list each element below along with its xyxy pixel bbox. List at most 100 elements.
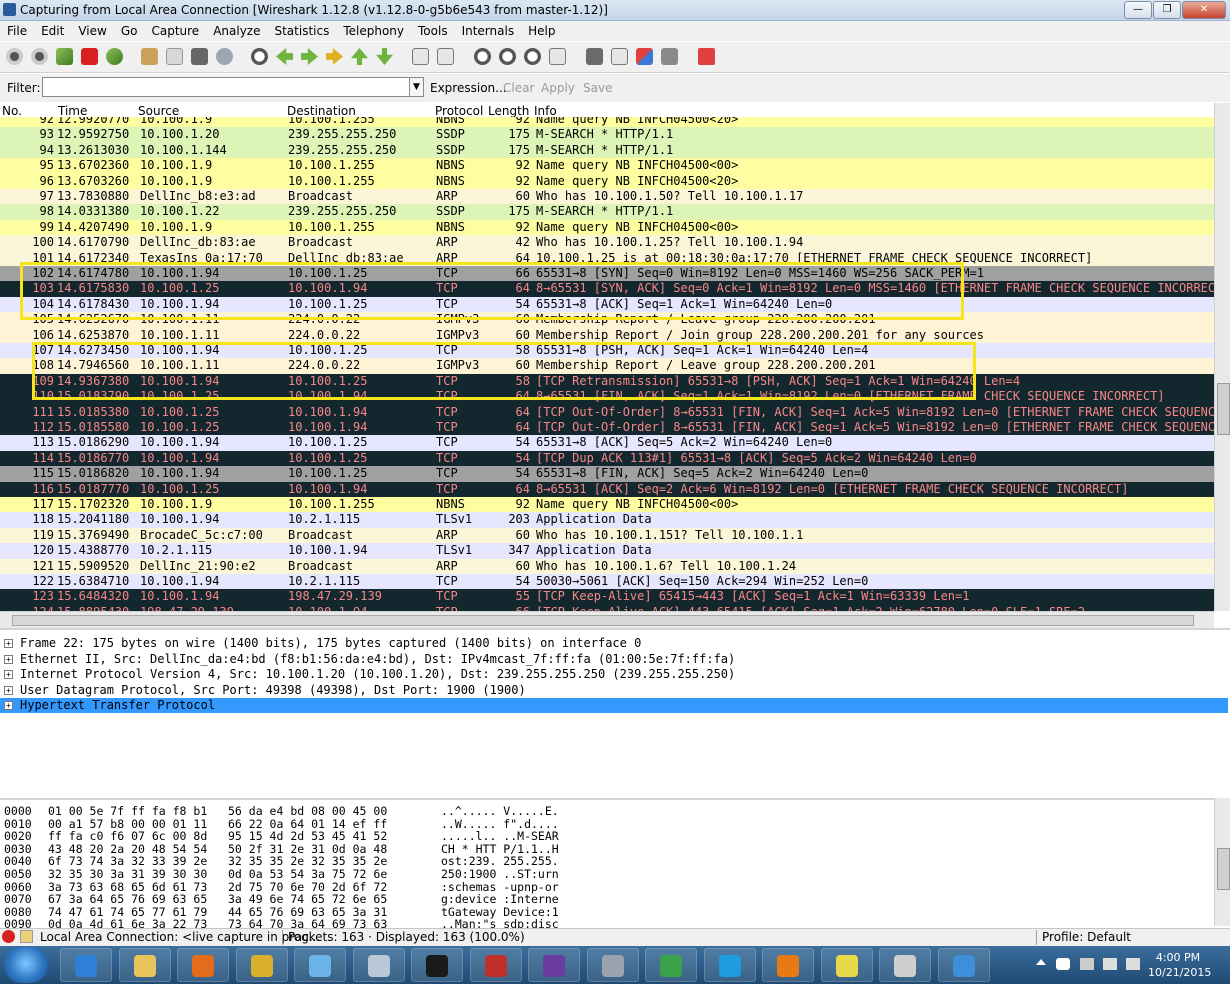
filter-input[interactable]: [42, 77, 410, 97]
auto-scroll-icon[interactable]: [437, 48, 454, 65]
column-header-no[interactable]: No.: [2, 104, 22, 118]
calculator-taskbar-button[interactable]: [352, 948, 405, 982]
packet-row[interactable]: 116 15.0187770 10.100.1.25 10.100.1.94 TCP 64…: [0, 481, 1214, 497]
presentation-taskbar-button[interactable]: [235, 948, 288, 982]
command-prompt-taskbar-button[interactable]: [411, 948, 463, 982]
go-last-icon[interactable]: [376, 48, 393, 65]
packet-list-vertical-scrollbar[interactable]: [1214, 103, 1230, 611]
packet-row[interactable]: 110 15.0183790 10.100.1.25 10.100.1.94 TCP 64…: [0, 389, 1214, 405]
packet-row[interactable]: 114 15.0186770 10.100.1.94 10.100.1.25 TCP 54…: [0, 450, 1214, 467]
reload-icon[interactable]: [216, 48, 233, 65]
firefox-taskbar-button[interactable]: [177, 948, 229, 982]
expand-icon[interactable]: +: [4, 639, 13, 648]
help-icon[interactable]: [698, 48, 715, 65]
edit-comment-icon[interactable]: [20, 930, 33, 943]
status-profile[interactable]: Profile: Default: [1042, 930, 1131, 944]
menu-file[interactable]: File: [0, 24, 34, 38]
coloring-rules-icon[interactable]: [636, 48, 653, 65]
packet-row[interactable]: 117 15.1702320 10.100.1.9 10.100.1.255 NBNS 9…: [0, 497, 1214, 513]
menu-edit[interactable]: Edit: [34, 24, 71, 38]
clear-button[interactable]: Clear: [503, 81, 534, 95]
column-header-source[interactable]: Source: [138, 104, 179, 118]
interfaces-icon[interactable]: [6, 48, 23, 65]
bytes-vertical-scrollbar[interactable]: [1214, 798, 1230, 926]
packet-list[interactable]: 92 12.9920770 10.100.1.9 10.100.1.255 NBNS 92…: [0, 117, 1214, 611]
column-header-destination[interactable]: Destination: [287, 104, 356, 118]
packet-row[interactable]: 122 15.6384710 10.100.1.94 10.2.1.115 TCP 54 5…: [0, 574, 1214, 590]
zoom-in-icon[interactable]: [474, 48, 491, 65]
filter-dropdown-button[interactable]: ▼: [409, 77, 424, 97]
network-tool-taskbar-button[interactable]: [528, 948, 580, 982]
column-header-info[interactable]: Info: [534, 104, 557, 118]
packet-row[interactable]: 98 14.0331380 10.100.1.22 239.255.255.250 SS…: [0, 204, 1214, 220]
close-file-icon[interactable]: [191, 48, 208, 65]
packet-row[interactable]: 121 15.5909520 DellInc_21:90:e2 Broadcast AR…: [0, 558, 1214, 574]
packet-row[interactable]: 103 14.6175830 10.100.1.25 10.100.1.94 TCP 64…: [0, 281, 1214, 297]
restart-capture-icon[interactable]: [106, 48, 123, 65]
dropbox-icon[interactable]: [1056, 958, 1070, 970]
packet-row[interactable]: 95 13.6702360 10.100.1.9 10.100.1.255 NBNS 92…: [0, 158, 1214, 174]
packet-row[interactable]: 120 15.4388770 10.2.1.115 10.100.1.94 TLSv1 3…: [0, 543, 1214, 559]
detail-tree-item[interactable]: + Frame 22: 175 bytes on wire (1400 bits)…: [0, 636, 1228, 651]
normal-size-icon[interactable]: [524, 48, 541, 65]
packet-row[interactable]: 123 15.6484320 10.100.1.94 198.47.29.139 TCP…: [0, 589, 1214, 605]
capture-status-icon[interactable]: [2, 930, 15, 943]
menu-internals[interactable]: Internals: [455, 24, 522, 38]
packet-row[interactable]: 108 14.7946560 10.100.1.11 224.0.0.22 IGMPv3…: [0, 358, 1214, 374]
expand-icon[interactable]: +: [4, 701, 13, 710]
zoom-out-icon[interactable]: [499, 48, 516, 65]
go-back-icon[interactable]: [276, 48, 293, 65]
menu-tools[interactable]: Tools: [411, 24, 455, 38]
file-explorer-taskbar-button[interactable]: [118, 948, 171, 982]
find-packet-icon[interactable]: [251, 48, 268, 65]
virtualbox-taskbar-button[interactable]: [586, 948, 639, 982]
detail-tree-item[interactable]: + User Datagram Protocol, Src Port: 49398…: [0, 683, 1228, 698]
packet-row[interactable]: 97 13.7830880 DellInc_b8:e3:ad Broadcast ARP…: [0, 189, 1214, 205]
packet-row[interactable]: 94 13.2613030 10.100.1.144 239.255.255.250 S…: [0, 142, 1214, 159]
outlook-taskbar-button[interactable]: [762, 948, 814, 982]
packet-row[interactable]: 106 14.6253870 10.100.1.11 224.0.0.22 IGMPv3…: [0, 327, 1214, 343]
menu-capture[interactable]: Capture: [144, 24, 206, 38]
expand-icon[interactable]: +: [4, 685, 13, 695]
packet-row[interactable]: 112 15.0185580 10.100.1.25 10.100.1.94 TCP 64…: [0, 420, 1214, 436]
preferences-icon[interactable]: [661, 48, 678, 65]
column-header-time[interactable]: Time: [58, 104, 87, 118]
start-button[interactable]: [4, 947, 48, 983]
column-header-length[interactable]: Length: [488, 104, 529, 118]
save-file-icon[interactable]: [166, 48, 183, 65]
go-forward-icon[interactable]: [301, 48, 318, 65]
flag-icon[interactable]: [1080, 958, 1094, 970]
scrollbar-thumb[interactable]: [1217, 383, 1230, 435]
detail-tree-item[interactable]: + Ethernet II, Src: DellInc_da:e4:bd (f8:…: [0, 652, 1228, 667]
packet-row[interactable]: 101 14.6172340 TexasIns_0a:17:70 DellInc_db…: [0, 250, 1214, 266]
menu-view[interactable]: View: [71, 24, 113, 38]
notepad-taskbar-button[interactable]: [820, 948, 873, 982]
expand-icon[interactable]: +: [4, 670, 13, 679]
tray-expand-icon[interactable]: [1036, 959, 1046, 965]
packet-row[interactable]: 100 14.6170790 DellInc_db:83:ae Broadcast AR…: [0, 235, 1214, 251]
internet-explorer-taskbar-button[interactable]: [60, 948, 112, 982]
column-header-protocol[interactable]: Protocol: [435, 104, 483, 118]
packet-row[interactable]: 107 14.6273450 10.100.1.94 10.100.1.25 TCP 58…: [0, 343, 1214, 359]
packet-row[interactable]: 93 12.9592750 10.100.1.20 239.255.255.250 SS…: [0, 127, 1214, 143]
packet-list-horizontal-scrollbar[interactable]: [0, 611, 1214, 628]
packet-row[interactable]: 119 15.3769490 BrocadeC_5c:c7:00 Broadcast A…: [0, 527, 1214, 544]
display-filters-icon[interactable]: [611, 48, 628, 65]
packet-row[interactable]: 115 15.0186820 10.100.1.94 10.100.1.25 TCP 54…: [0, 466, 1214, 482]
open-file-icon[interactable]: [141, 48, 158, 65]
packet-row[interactable]: 105 14.6252670 10.100.1.11 224.0.0.22 IGMPv3…: [0, 312, 1214, 328]
detail-tree-item[interactable]: + Internet Protocol Version 4, Src: 10.10…: [0, 667, 1228, 682]
packet-row[interactable]: 113 15.0186290 10.100.1.94 10.100.1.25 TCP 54…: [0, 435, 1214, 451]
scrollbar-thumb[interactable]: [12, 615, 1194, 626]
packet-row[interactable]: 118 15.2041180 10.100.1.94 10.2.1.115 TLSv1 2…: [0, 512, 1214, 528]
menu-telephony[interactable]: Telephony: [336, 24, 411, 38]
menu-statistics[interactable]: Statistics: [267, 24, 336, 38]
paint-taskbar-button[interactable]: [294, 948, 346, 982]
volume-icon[interactable]: [1126, 958, 1140, 970]
expand-icon[interactable]: +: [4, 654, 13, 664]
network-icon[interactable]: [1103, 958, 1117, 970]
expression-button[interactable]: Expression...: [430, 81, 507, 95]
packet-row[interactable]: 92 12.9920770 10.100.1.9 10.100.1.255 NBNS 92…: [0, 117, 1214, 128]
colorize-icon[interactable]: [412, 48, 429, 65]
go-first-icon[interactable]: [351, 48, 368, 65]
